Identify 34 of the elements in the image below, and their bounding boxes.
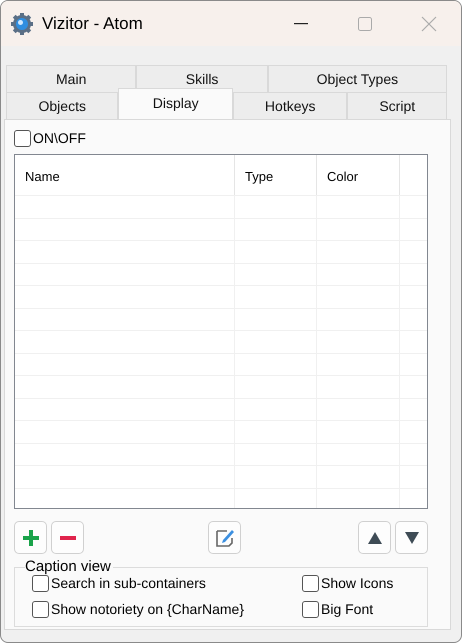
column-header[interactable]: Color (317, 155, 400, 195)
checkbox[interactable] (32, 575, 49, 592)
maximize-icon (358, 16, 372, 30)
checkbox-label: Search in sub-containers (51, 574, 206, 593)
gear-icon (11, 12, 33, 34)
group-title: Caption view (25, 558, 113, 576)
plus-icon (20, 528, 40, 548)
checkbox-label: ON\OFF (33, 129, 86, 148)
tab[interactable]: Main (6, 65, 136, 92)
tab[interactable]: Object Types (268, 65, 447, 92)
checkbox[interactable] (14, 130, 31, 147)
down-triangle-icon (404, 530, 420, 544)
tab[interactable]: Objects (6, 92, 118, 119)
column-header[interactable]: Name (15, 155, 235, 195)
remove-button[interactable] (51, 521, 84, 554)
checkbox-label: Show Icons (321, 574, 394, 593)
minus-icon (58, 536, 76, 540)
move-up-button[interactable] (358, 521, 391, 554)
tab[interactable]: Script (347, 92, 447, 119)
close-icon (421, 16, 437, 32)
add-button[interactable] (14, 521, 47, 554)
edit-button[interactable] (208, 521, 241, 554)
checkbox-label: Show notoriety on {CharName} (51, 600, 244, 619)
window-title: Vizitor - Atom (42, 12, 144, 35)
minimize-icon (294, 22, 308, 24)
up-triangle-icon (366, 530, 382, 544)
tab[interactable]: Display (118, 88, 233, 119)
checkbox[interactable] (302, 601, 319, 618)
move-down-button[interactable] (395, 521, 428, 554)
checkbox-label: Big Font (321, 600, 374, 619)
tab[interactable]: Hotkeys (232, 92, 348, 119)
checkbox[interactable] (302, 575, 319, 592)
checkbox[interactable] (32, 601, 49, 618)
column-header[interactable]: Type (235, 155, 317, 195)
